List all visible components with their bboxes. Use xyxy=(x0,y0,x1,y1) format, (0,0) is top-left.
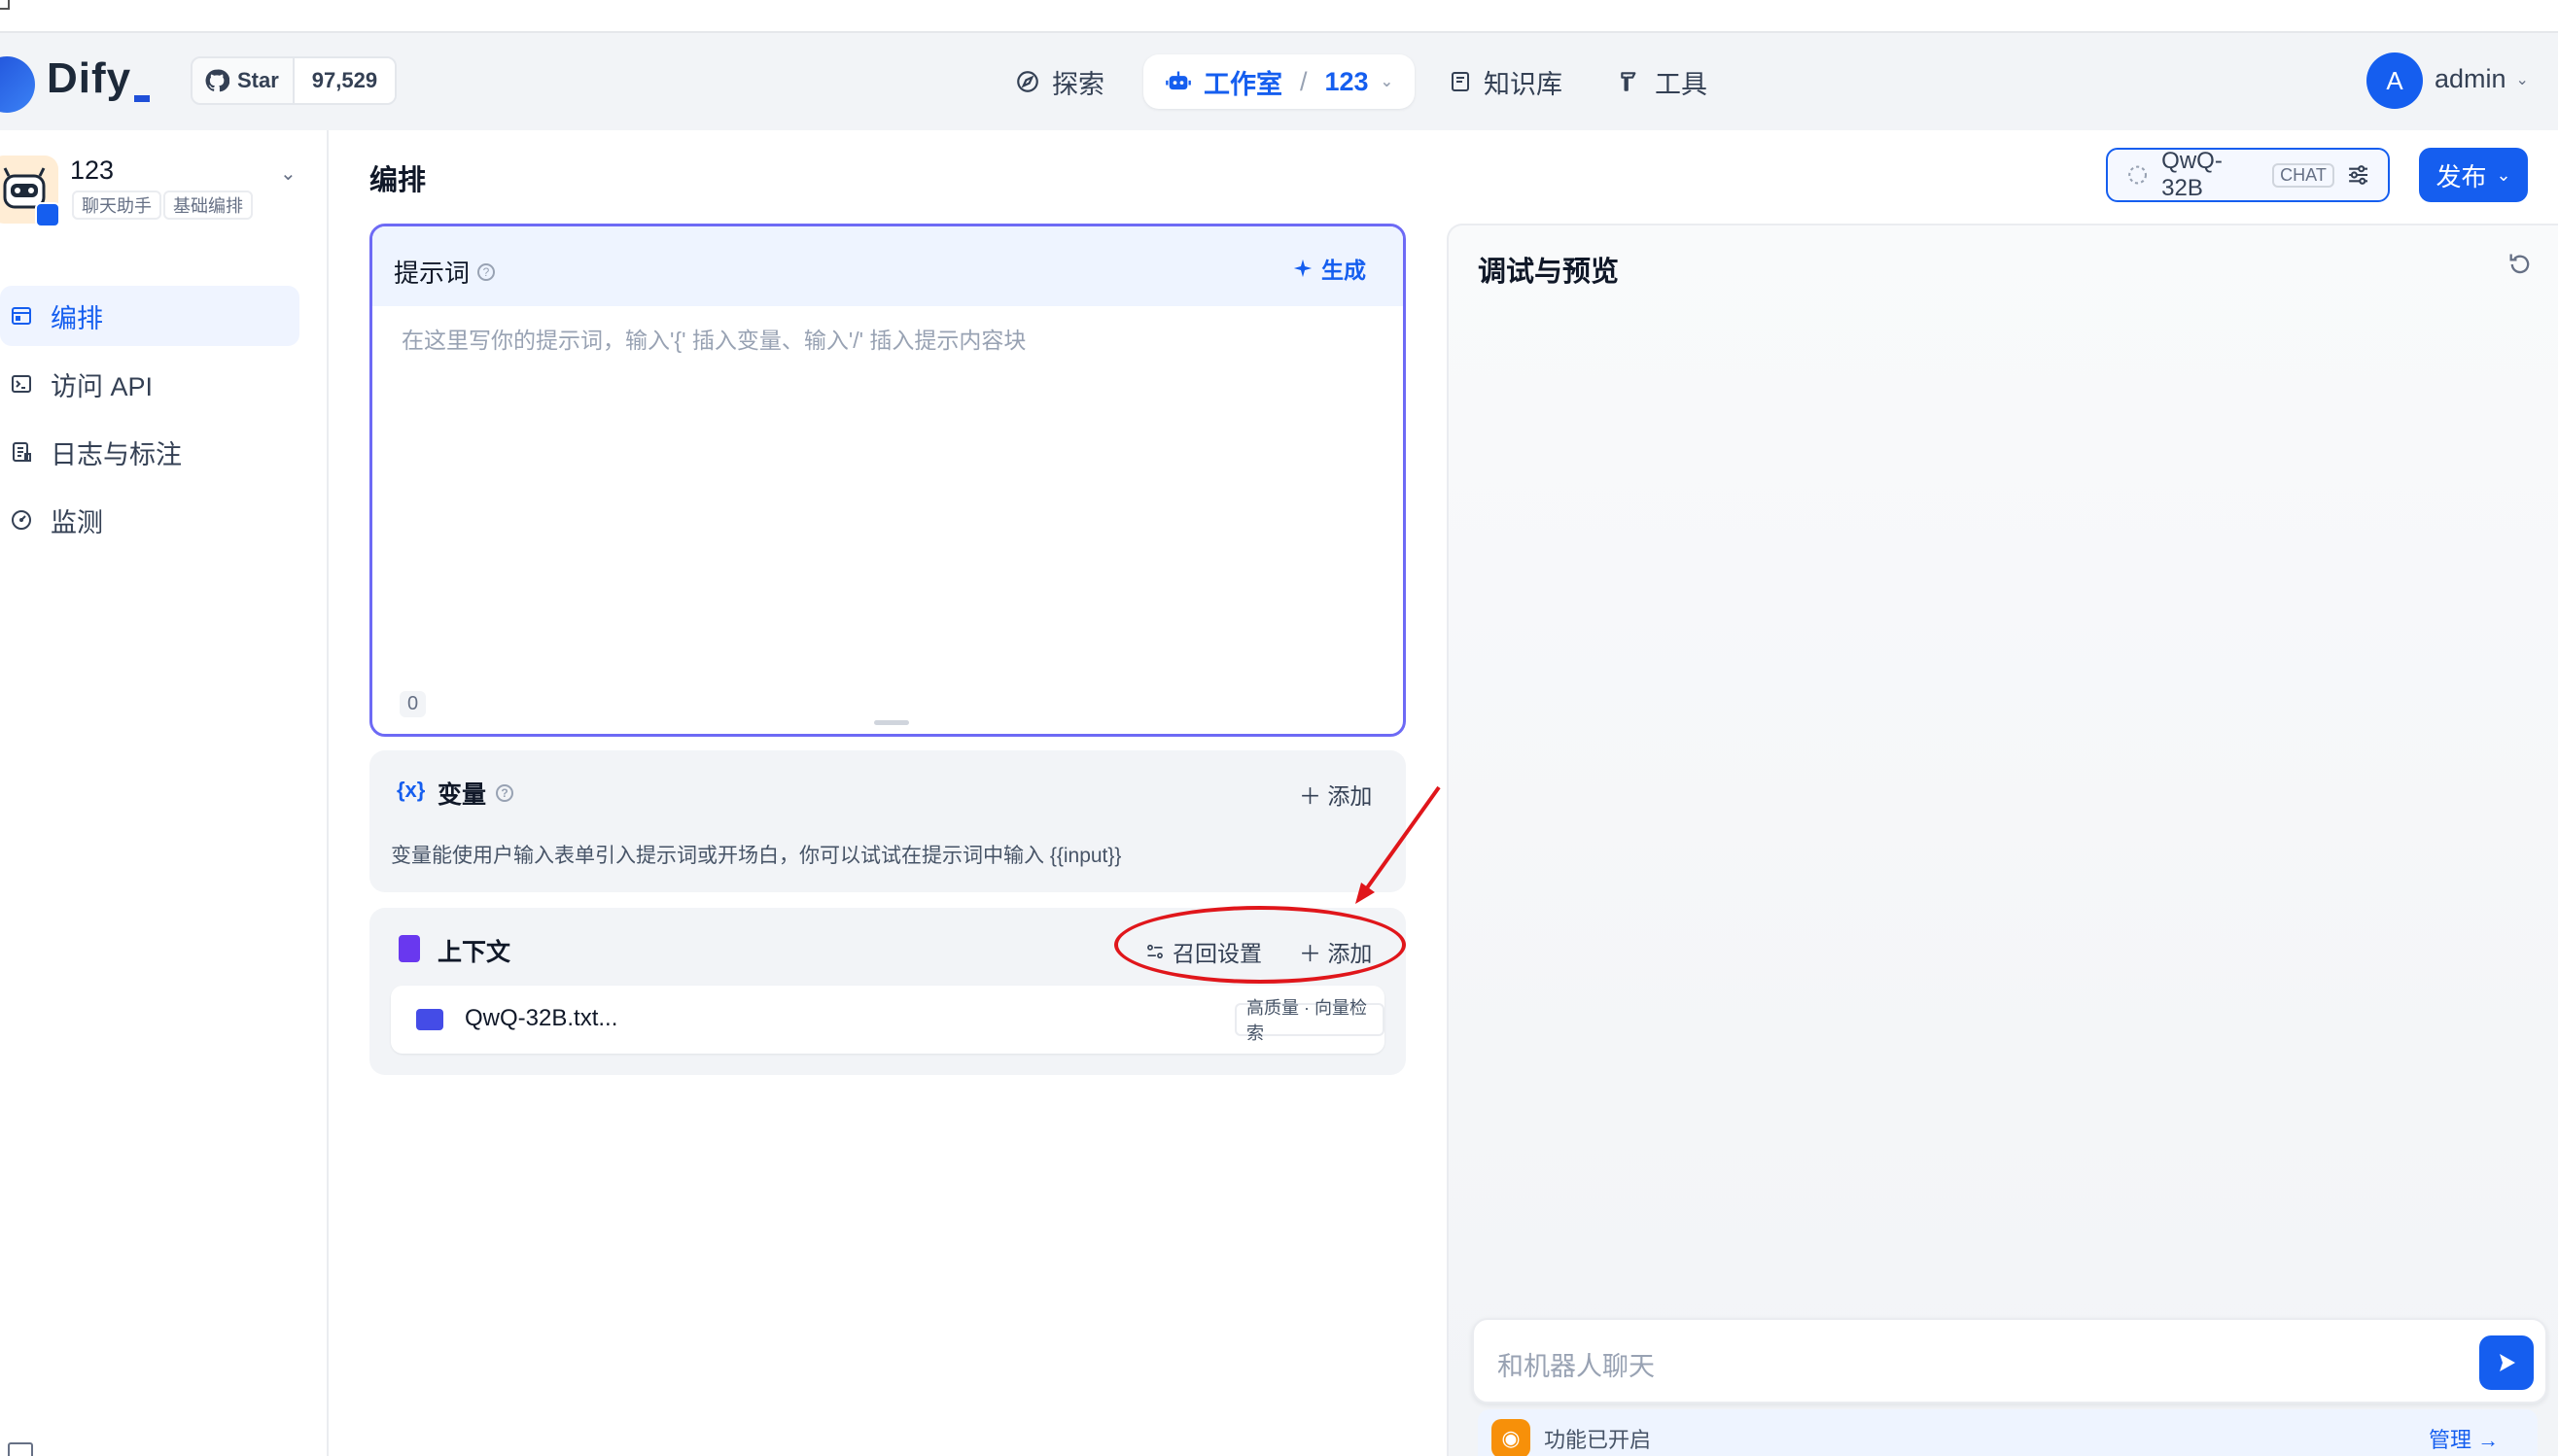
context-title: 上下文 xyxy=(438,939,511,966)
github-star-label: Star xyxy=(237,68,279,92)
annotation-ellipse xyxy=(1114,906,1406,984)
nav-tools[interactable]: 工具 xyxy=(1618,54,1707,109)
user-avatar[interactable]: A xyxy=(2366,52,2423,109)
generate-label: 生成 xyxy=(1321,258,1366,283)
compass-icon xyxy=(1017,71,1038,92)
app-sidebar: 123 ⌄ 聊天助手 基础编排 编排 访问 API 日志与标注 监测 xyxy=(0,130,329,1456)
model-name: QwQ-32B xyxy=(2161,148,2223,201)
app-mode-tag: 基础编排 xyxy=(163,191,253,220)
publish-button[interactable]: 发布 ⌄ xyxy=(2419,148,2528,202)
github-icon xyxy=(205,69,229,92)
annotation-arrow xyxy=(1355,785,1441,904)
prompt-char-count: 0 xyxy=(400,691,427,717)
prompt-resize-handle[interactable] xyxy=(874,720,909,725)
page-title: 编排 xyxy=(369,165,427,196)
sidebar-item-label: 日志与标注 xyxy=(51,439,182,469)
window-corner-mark xyxy=(0,0,10,10)
feature-enabled-text: 功能已开启 xyxy=(1544,1428,1652,1452)
nav-knowledge[interactable]: 知识库 xyxy=(1449,54,1562,109)
send-icon xyxy=(2500,1354,2515,1371)
nav-studio-label: 工作室 xyxy=(1204,69,1282,99)
robot-icon xyxy=(1166,71,1191,90)
chevron-down-icon: ⌄ xyxy=(2496,164,2511,185)
context-dataset-item[interactable]: QwQ-32B.txt... 高质量 · 向量检索 xyxy=(391,986,1384,1054)
chat-input-placeholder: 和机器人聊天 xyxy=(1497,1352,1655,1381)
book-icon xyxy=(1452,72,1469,91)
feature-bar: ◉ 功能已开启 管理 → xyxy=(1478,1409,2538,1456)
app-name: 123 xyxy=(70,156,115,185)
terminal-icon xyxy=(12,375,31,393)
publish-label: 发布 xyxy=(2435,161,2487,191)
chat-input-box[interactable]: 和机器人聊天 xyxy=(1472,1318,2547,1404)
feature-enabled-icon: ◉ xyxy=(1491,1419,1530,1456)
window-top-strip xyxy=(0,0,2558,33)
dataset-index-badge: 高质量 · 向量检索 xyxy=(1235,998,1384,1043)
send-button[interactable] xyxy=(2479,1335,2534,1390)
chat-assistant-badge-icon xyxy=(35,202,60,227)
prompt-title-wrap: 提示词 ? xyxy=(394,254,496,290)
dify-logo-text[interactable]: Dify xyxy=(47,54,131,103)
sidebar-item-label: 访问 API xyxy=(51,371,154,401)
model-provider-icon xyxy=(2128,165,2148,185)
variables-description: 变量能使用户输入表单引入提示词或开场白，你可以试试在提示词中输入 {{input… xyxy=(391,845,1122,867)
prompt-title: 提示词 xyxy=(394,259,471,288)
help-icon[interactable]: ? xyxy=(477,262,496,281)
model-selector-button[interactable]: QwQ-32B CHAT xyxy=(2106,148,2390,202)
nav-explore[interactable]: 探索 xyxy=(1015,54,1104,109)
nav-studio-separator: / xyxy=(1300,66,1308,96)
nav-knowledge-label: 知识库 xyxy=(1484,69,1562,99)
dify-logo-icon[interactable] xyxy=(0,56,35,113)
model-mode-badge: CHAT xyxy=(2272,162,2334,188)
generate-button[interactable]: 生成 xyxy=(1292,252,1366,285)
nav-explore-label: 探索 xyxy=(1052,69,1104,99)
log-icon xyxy=(13,442,31,462)
sidebar-item-monitor[interactable]: 监测 xyxy=(0,490,299,550)
variables-title: 变量 xyxy=(438,781,487,809)
manage-features-link[interactable]: 管理 → xyxy=(2429,1423,2499,1454)
top-header: Dify Star 97,529 探索 工作室 / 123 ⌄ 知识库 工具 A… xyxy=(0,33,2558,130)
sparkle-icon xyxy=(1293,259,1313,278)
layout-icon xyxy=(12,307,31,325)
variables-title-wrap: 变量 ? xyxy=(438,776,514,811)
sliders-icon xyxy=(2348,165,2367,185)
app-type-tag: 聊天助手 xyxy=(72,191,161,220)
reset-icon[interactable] xyxy=(2506,251,2534,286)
user-menu[interactable]: admin ⌄ xyxy=(2435,64,2529,94)
github-star-label-wrap: Star xyxy=(193,58,293,103)
prompt-editor-header xyxy=(372,226,1403,306)
sidebar-item-api[interactable]: 访问 API xyxy=(0,354,299,414)
nav-studio[interactable]: 工作室 / 123 ⌄ xyxy=(1143,54,1415,109)
user-name: admin xyxy=(2435,64,2506,93)
chevron-down-icon: ⌄ xyxy=(2515,71,2529,88)
chevron-down-icon: ⌄ xyxy=(1380,74,1393,90)
dify-logo-underscore xyxy=(134,95,150,102)
folder-icon xyxy=(416,1009,443,1030)
debug-title: 调试与预览 xyxy=(1478,257,1620,288)
nav-studio-app: 123 xyxy=(1324,66,1369,96)
sidebar-item-orchestrate[interactable]: 编排 xyxy=(0,286,299,346)
variable-icon: {x} xyxy=(397,778,426,802)
debug-preview-panel: 调试与预览 和机器人聊天 ◉ 功能已开启 管理 → xyxy=(1447,224,2558,1456)
github-star-count: 97,529 xyxy=(292,58,396,103)
app-menu-chevron-icon[interactable]: ⌄ xyxy=(280,161,297,186)
gauge-icon xyxy=(12,510,31,530)
sidebar-collapse-icon[interactable] xyxy=(8,1442,33,1456)
hammer-icon xyxy=(1621,72,1636,91)
nav-tools-label: 工具 xyxy=(1655,69,1707,99)
plus-icon: ＋ xyxy=(1299,783,1321,809)
refresh-icon xyxy=(2509,254,2530,274)
dataset-name: QwQ-32B.txt... xyxy=(465,1005,618,1031)
variables-card: {x} 变量 ? ＋ 添加 变量能使用户输入表单引入提示词或开场白，你可以试试在… xyxy=(369,750,1406,892)
help-icon[interactable]: ? xyxy=(496,784,514,802)
sidebar-item-label: 监测 xyxy=(51,507,103,537)
sidebar-item-label: 编排 xyxy=(51,303,103,333)
prompt-editor-card: 提示词 ? 生成 在这里写你的提示词，输入'{' 插入变量、输入'/' 插入提示… xyxy=(369,224,1406,737)
prompt-textarea[interactable]: 在这里写你的提示词，输入'{' 插入变量、输入'/' 插入提示内容块 xyxy=(402,322,1026,355)
sidebar-item-logs[interactable]: 日志与标注 xyxy=(0,422,299,482)
document-icon xyxy=(399,935,420,962)
github-star-button[interactable]: Star 97,529 xyxy=(191,56,398,105)
